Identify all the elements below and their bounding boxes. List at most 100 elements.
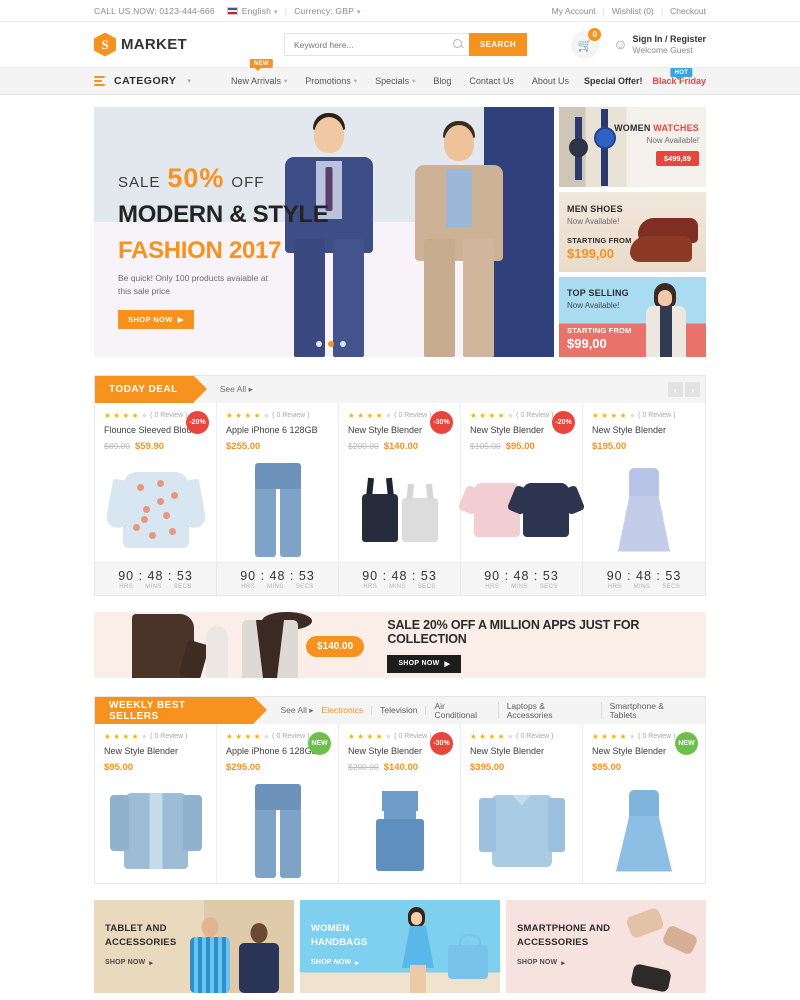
today-deal-section: TODAY DEAL See All ▸ ‹ › ★ ★ ★ ★ ★( 0 Review… — [94, 375, 706, 596]
hero-dots[interactable] — [316, 341, 346, 347]
promo-title-a: WOMEN — [614, 123, 654, 133]
divider: | — [284, 5, 288, 16]
promo-banner-women-watches[interactable]: WOMEN WATCHES Now Available! $499,89 — [559, 107, 706, 187]
star-icon: ★ — [619, 411, 627, 420]
star-icon: ★ — [479, 732, 486, 741]
product-price: $200.00 $140.00 — [348, 441, 451, 452]
hamburger-icon — [94, 76, 105, 86]
promo-banner-men-shoes[interactable]: MEN SHOES Now Available! STARTING FROM $… — [559, 192, 706, 272]
currency-label: Currency: GBP — [294, 5, 354, 16]
countdown-label: HRS — [607, 584, 622, 590]
category-button[interactable]: CATEGORY ▾ — [94, 67, 222, 95]
see-all-link[interactable]: See All ▸ — [220, 384, 253, 395]
product-card[interactable]: ★ ★ ★ ★ ★( 0 Review ) New Style Blender $105.0… — [461, 403, 583, 562]
tab-electronics[interactable]: Electronics — [314, 706, 373, 715]
currency-selector[interactable]: Currency: GBP ▾ — [294, 6, 360, 16]
banner-shop-now-button[interactable]: SHOP NOW ▸ — [517, 959, 610, 967]
product-card[interactable]: ★ ★ ★ ★ ★( 0 Review ) Flounce Sleeved Blouse $… — [95, 403, 217, 562]
hero-shop-now-button[interactable]: SHOP NOW ▶ — [118, 310, 194, 330]
countdown-label: HRS — [119, 584, 134, 590]
review-count: ( 0 Review ) — [394, 733, 432, 740]
nav-item-specials[interactable]: Specials ▾ — [366, 67, 424, 95]
star-icon: ★ — [366, 732, 373, 741]
special-offer-link[interactable]: Special Offer! — [584, 76, 643, 86]
product-card[interactable]: ★ ★ ★ ★ ★( 0 Review ) New Style Blender $95.00… — [583, 724, 705, 883]
review-count: ( 0 Review ) — [516, 412, 554, 419]
cart-button[interactable]: 🛒 0 — [571, 27, 602, 59]
tab-air-conditional[interactable]: Air Conditional — [426, 702, 499, 719]
logo[interactable]: S MARKET — [94, 32, 284, 57]
nav-item-blog[interactable]: Blog — [424, 67, 460, 95]
account-menu[interactable]: ☺ Sign In / Register Welcome Guest — [613, 33, 706, 57]
nav-item-contact-us[interactable]: Contact Us — [460, 67, 523, 95]
search-button[interactable]: SEARCH — [469, 33, 527, 56]
nav-item-about-us[interactable]: About Us — [523, 67, 578, 95]
mid-banner-shop-now-button[interactable]: SHOP NOW ▶ — [387, 654, 462, 673]
product-image — [470, 778, 573, 883]
star-icon: ★ — [244, 411, 251, 420]
promo-banner-top-selling[interactable]: TOP SELLING Now Available! STARTING FROM… — [559, 277, 706, 357]
category-label: CATEGORY — [114, 75, 177, 87]
main-nav: CATEGORY ▾ NEW New Arrivals ▾ Promotions ▾ Sp… — [0, 59, 800, 95]
rating: ★ ★ ★ ★ ★( 0 Review ) — [226, 411, 329, 420]
product-card[interactable]: ★ ★ ★ ★ ★( 0 Review ) New Style Blender $200.0… — [339, 724, 461, 883]
hero-dot-1[interactable] — [316, 341, 322, 347]
sign-in-link[interactable]: Sign In / Register — [632, 33, 706, 45]
product-card[interactable]: ★ ★ ★ ★ ★( 0 Review ) New Style Blender $200.0… — [339, 403, 461, 562]
hero-shop-now-label: SHOP NOW — [128, 315, 173, 325]
countdown-value: 90 : 48 : 53 — [362, 569, 437, 583]
hero-slider[interactable]: SALE 50% OFF MODERN & STYLE FASHION 2017… — [94, 107, 554, 357]
banner-shop-now-button[interactable]: SHOP NOW ▸ — [311, 959, 368, 967]
review-count: ( 0 Review ) — [272, 733, 310, 740]
watch-icon — [594, 127, 616, 149]
wishlist-link[interactable]: Wishlist (0) — [612, 6, 654, 16]
review-count: ( 0 Review ) — [516, 733, 554, 740]
star-icon: ★ — [488, 411, 495, 420]
hero-dot-3[interactable] — [340, 341, 346, 347]
countdown-label: SECS — [173, 584, 192, 590]
category-banner-handbags[interactable]: WOMEN HANDBAGS SHOP NOW ▸ — [300, 900, 500, 993]
search-icon — [453, 39, 462, 48]
tab-television[interactable]: Television — [372, 706, 427, 715]
star-icon: ★ — [104, 411, 111, 420]
product-card[interactable]: ★ ★ ★ ★ ★( 0 Review ) Apple iPhone 6 128GB $29… — [217, 724, 339, 883]
star-icon: ★ — [488, 732, 495, 741]
tab-laptops-accessories[interactable]: Laptops & Accessories — [499, 702, 602, 719]
mid-promo-banner[interactable]: $140.00 SALE 20% OFF A MILLION APPS JUST… — [94, 612, 706, 678]
banner-line-2: ACCESSORIES — [105, 937, 177, 949]
star-icon: ★ — [592, 411, 599, 420]
see-all-link[interactable]: See All ▸ — [280, 705, 313, 716]
product-card[interactable]: ★ ★ ★ ★ ★( 0 Review ) New Style Blender $395.0… — [461, 724, 583, 883]
arrow-right-icon: ▶ — [444, 660, 451, 668]
tab-smartphone-tablets[interactable]: Smartphone & Tablets — [602, 702, 697, 719]
carousel-next-button[interactable]: › — [685, 382, 700, 397]
countdown-label: MINS — [511, 584, 528, 590]
my-account-link[interactable]: My Account — [552, 6, 596, 16]
star-icon: ★ — [113, 411, 120, 420]
star-icon: ★ — [357, 411, 364, 420]
product-price: $200.00 $140.00 — [348, 762, 451, 773]
review-count: ( 0 Review ) — [150, 412, 188, 419]
countdown-label: HRS — [241, 584, 256, 590]
carousel-prev-button[interactable]: ‹ — [668, 382, 683, 397]
logo-text: MARKET — [121, 36, 187, 53]
banner-shop-now-button[interactable]: SHOP NOW ▸ — [105, 959, 176, 967]
category-banner-smartphone[interactable]: SMARTPHONE AND ACCESSORIES SHOP NOW ▸ — [506, 900, 706, 993]
nav-item-promotions[interactable]: Promotions ▾ — [296, 67, 366, 95]
product-card[interactable]: ★ ★ ★ ★ ★( 0 Review ) New Style Blender $195.0… — [583, 403, 705, 562]
product-new-price: $295.00 — [226, 762, 261, 773]
product-card[interactable]: ★ ★ ★ ★ ★( 0 Review ) New Style Blender $95.00 — [95, 724, 217, 883]
star-icon: ★ — [375, 411, 383, 420]
checkout-link[interactable]: Checkout — [670, 6, 706, 16]
black-friday-link[interactable]: HOT Black Friday — [652, 68, 706, 86]
hero-dot-2[interactable] — [328, 341, 334, 347]
category-banner-tablet[interactable]: TABLET AND ACCESSORIES SHOP NOW ▸ — [94, 900, 294, 993]
product-card[interactable]: ★ ★ ★ ★ ★( 0 Review ) Apple iPhone 6 128GB $25… — [217, 403, 339, 562]
search-input[interactable] — [284, 33, 469, 56]
nav-item-new-arrivals[interactable]: NEW New Arrivals ▾ — [222, 59, 296, 95]
language-selector[interactable]: English ▾ — [226, 6, 278, 16]
star-icon: ★ — [122, 411, 129, 420]
promo-subtitle: Now Available! — [646, 136, 699, 145]
countdown-label: SECS — [295, 584, 314, 590]
countdown-label: MINS — [267, 584, 284, 590]
